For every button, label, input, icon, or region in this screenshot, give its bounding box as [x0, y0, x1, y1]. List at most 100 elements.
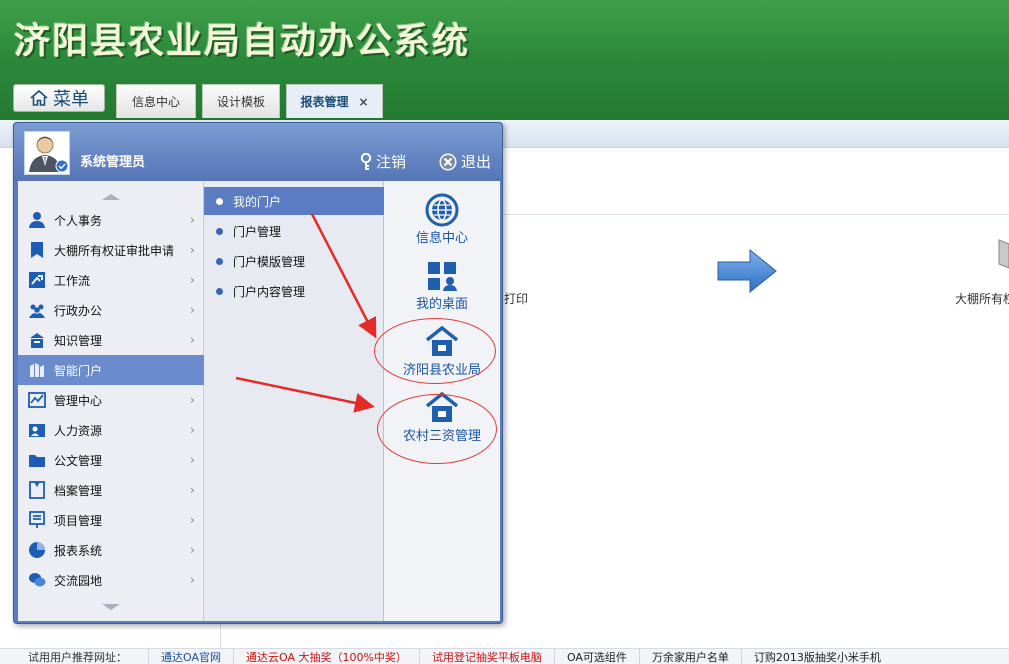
menu-item-greenhouse-approval[interactable]: 大棚所有权证审批申请 › — [18, 235, 204, 265]
menu-item-document-management[interactable]: 公文管理 › — [18, 445, 204, 475]
chevron-right-icon: › — [190, 543, 195, 557]
chat-icon — [29, 573, 46, 587]
footer-link[interactable]: OA可选组件 — [553, 649, 639, 664]
people-icon — [29, 304, 45, 318]
chart-icon — [28, 392, 46, 408]
tab-label: 设计模板 — [216, 95, 265, 109]
hr-icon — [29, 424, 45, 437]
chevron-right-icon: › — [190, 513, 195, 527]
knowledge-icon — [30, 333, 44, 348]
submenu-item-label: 我的门户 — [233, 194, 282, 209]
menu-item-label: 公文管理 — [54, 453, 103, 468]
desktop-icon — [428, 262, 457, 291]
menu-item-workflow[interactable]: 工作流 › — [18, 265, 204, 295]
close-circle-icon — [439, 153, 457, 170]
bullet-icon — [216, 197, 223, 205]
highlight-circle — [374, 318, 496, 384]
menu-item-project-management[interactable]: 项目管理 › — [18, 505, 204, 535]
chevron-right-icon: › — [190, 573, 195, 587]
footer-link-text: 试用登记抽奖平板电脑 — [431, 650, 542, 664]
menu-header: 系统管理员 注销 退出 — [14, 123, 502, 181]
footer-link-text: 通达云OA 大抽奖（100%中奖） — [246, 650, 407, 664]
menu-item-human-resources[interactable]: 人力资源 › — [18, 415, 204, 445]
folder-icon — [29, 455, 45, 467]
menu-item-label: 大棚所有权证审批申请 — [54, 243, 175, 258]
menu-item-management-center[interactable]: 管理中心 › — [18, 385, 204, 415]
sub-menu-list: 我的门户 门户管理 门户模版管理 门户内容管理 — [204, 181, 384, 621]
quick-link-my-desktop[interactable]: 我的桌面 — [384, 259, 500, 321]
tab-info-center[interactable]: 信息中心 — [116, 84, 196, 118]
chevron-right-icon: › — [190, 423, 195, 437]
main-menu-list: 个人事务 › 大棚所有权证审批申请 › 工作流 › 行政办公 › 知识管理 › 智能门户 … — [18, 181, 216, 621]
user-avatar-icon — [29, 136, 69, 173]
submenu-item-label: 门户管理 — [233, 224, 282, 239]
menu-item-label: 智能门户 — [54, 363, 103, 378]
footer-link-text: OA可选组件 — [566, 650, 627, 664]
print-label: 打印 — [504, 292, 529, 306]
footer-link[interactable]: 通达云OA 大抽奖（100%中奖） — [233, 649, 419, 664]
footer-link[interactable]: 万余家用户名单 — [638, 649, 741, 664]
avatar — [24, 131, 70, 175]
menu-item-personal-affairs[interactable]: 个人事务 › — [18, 205, 204, 235]
footer-link[interactable]: 试用登记抽奖平板电脑 — [418, 649, 554, 664]
submenu-item-my-portal[interactable]: 我的门户 — [204, 187, 384, 215]
footer-link-text: 万余家用户名单 — [651, 650, 729, 664]
footer-label: 试用用户推荐网址： — [28, 650, 127, 664]
footer-link[interactable]: 通达OA官网 — [148, 649, 233, 664]
chevron-right-icon: › — [190, 303, 195, 317]
logout-button[interactable]: 注销 — [359, 151, 406, 172]
menu-item-label: 档案管理 — [54, 483, 103, 498]
bullet-icon — [216, 287, 223, 295]
menu-item-knowledge[interactable]: 知识管理 › — [18, 325, 204, 355]
tab-design-template[interactable]: 设计模板 — [202, 84, 280, 118]
workflow-icon — [29, 272, 45, 288]
footer-bar: 试用用户推荐网址： 通达OA官网 通达云OA 大抽奖（100%中奖） 试用登记抽… — [0, 648, 1009, 664]
home-icon — [30, 89, 48, 106]
submenu-item-label: 门户模版管理 — [233, 254, 306, 269]
logout-label: 注销 — [376, 153, 407, 171]
chevron-right-icon: › — [190, 453, 195, 467]
menu-item-label: 知识管理 — [54, 333, 103, 348]
menu-item-communication[interactable]: 交流园地 › — [18, 565, 204, 595]
menu-item-label: 个人事务 — [54, 213, 103, 228]
menu-item-label: 工作流 — [54, 273, 91, 288]
menu-button-label: 菜单 — [53, 89, 89, 110]
menu-item-report-system[interactable]: 报表系统 › — [18, 535, 204, 565]
quick-link-label: 我的桌面 — [415, 297, 468, 312]
menu-item-admin-office[interactable]: 行政办公 › — [18, 295, 204, 325]
key-icon — [360, 152, 372, 170]
menu-item-label: 管理中心 — [54, 393, 103, 408]
globe-icon — [425, 193, 459, 227]
exit-button[interactable]: 退出 — [439, 151, 491, 172]
chevron-right-icon: › — [190, 243, 195, 257]
tab-close-icon[interactable]: × — [358, 95, 368, 109]
pie-icon — [29, 542, 45, 558]
submenu-item-portal-template[interactable]: 门户模版管理 — [204, 247, 384, 275]
menu-item-smart-portal[interactable]: 智能门户 — [18, 355, 216, 385]
chevron-right-icon: › — [190, 333, 195, 347]
menu-item-archive-management[interactable]: 档案管理 › — [18, 475, 204, 505]
person-icon — [29, 212, 45, 228]
submenu-item-portal-content[interactable]: 门户内容管理 — [204, 277, 384, 305]
chevron-right-icon: › — [190, 273, 195, 287]
menu-item-label: 行政办公 — [54, 303, 103, 318]
bullet-icon — [216, 227, 223, 235]
exit-label: 退出 — [461, 153, 492, 171]
portal-icon — [30, 363, 44, 377]
footer-link[interactable]: 订购2013版抽奖小米手机 — [740, 649, 893, 664]
menu-item-label: 报表系统 — [54, 543, 103, 558]
tab-report-management[interactable]: 报表管理 × — [286, 84, 383, 118]
scroll-down-icon[interactable] — [102, 603, 120, 611]
chevron-right-icon: › — [190, 393, 195, 407]
tab-label: 信息中心 — [131, 95, 180, 109]
footer-link-text: 通达OA官网 — [161, 650, 221, 664]
quick-link-info-center[interactable]: 信息中心 — [384, 193, 500, 255]
submenu-item-portal-management[interactable]: 门户管理 — [204, 217, 384, 245]
footer-link-text: 订购2013版抽奖小米手机 — [753, 650, 881, 664]
greenhouse-label: 大棚所有权 — [955, 292, 1009, 306]
document-icon — [31, 242, 43, 258]
menu-button[interactable]: 菜单 — [13, 84, 105, 112]
archive-icon — [29, 481, 45, 499]
app-title: 济阳县农业局自动办公系统 — [14, 20, 471, 62]
scroll-up-icon[interactable] — [102, 193, 120, 201]
